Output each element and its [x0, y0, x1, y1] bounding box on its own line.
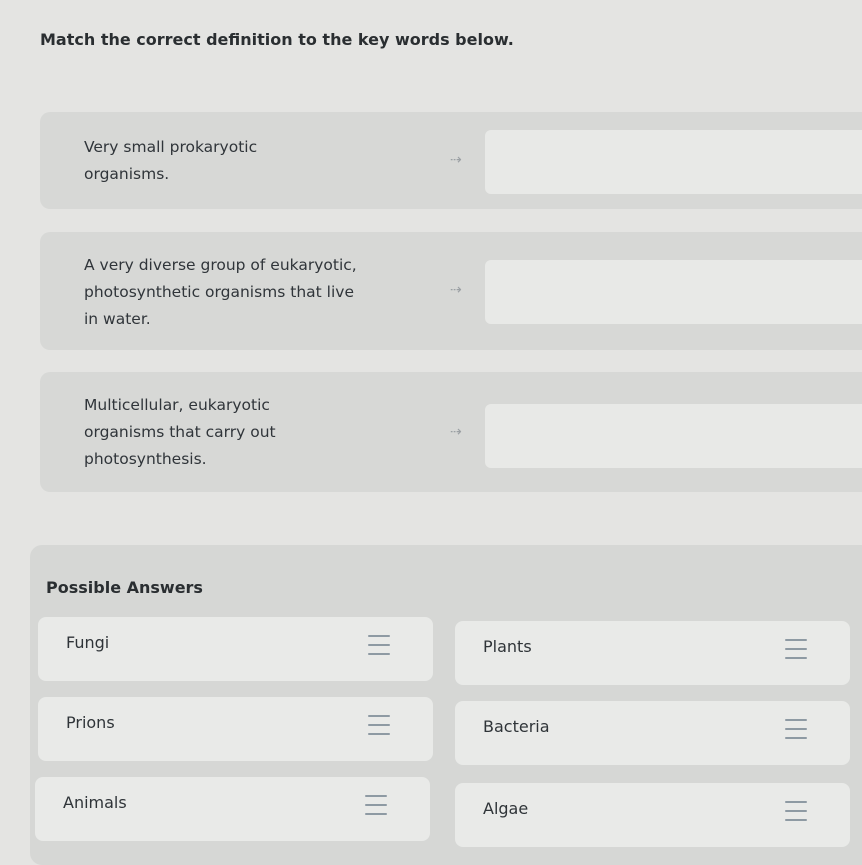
answer-label: Plants	[483, 637, 532, 656]
answer-tile-animals[interactable]: Animals	[35, 777, 430, 841]
answer-label: Animals	[63, 793, 127, 812]
drag-handle-icon[interactable]	[368, 715, 390, 735]
drag-handle-icon[interactable]	[785, 801, 807, 821]
answer-dropzone[interactable]	[485, 404, 862, 468]
answer-label: Bacteria	[483, 717, 550, 736]
answer-dropzone[interactable]	[485, 260, 862, 324]
answer-tile-fungi[interactable]: Fungi	[38, 617, 433, 681]
arrow-right-icon: ⇢	[450, 152, 462, 168]
answer-tile-prions[interactable]: Prions	[38, 697, 433, 761]
answer-label: Algae	[483, 799, 529, 818]
question-card-3: Multicellular, eukaryotic organisms that…	[40, 372, 862, 492]
instruction-text: Match the correct definition to the key …	[40, 30, 514, 49]
answer-tile-plants[interactable]: Plants	[455, 621, 850, 685]
drag-handle-icon[interactable]	[365, 795, 387, 815]
possible-answers-title: Possible Answers	[46, 578, 203, 597]
answer-dropzone[interactable]	[485, 130, 862, 194]
definition-text: Multicellular, eukaryotic organisms that…	[84, 396, 276, 468]
answer-tile-algae[interactable]: Algae	[455, 783, 850, 847]
possible-answers-panel: Possible Answers Fungi Plants Prions Bac…	[30, 545, 862, 865]
drag-handle-icon[interactable]	[785, 719, 807, 739]
answer-tile-bacteria[interactable]: Bacteria	[455, 701, 850, 765]
drag-handle-icon[interactable]	[785, 639, 807, 659]
arrow-right-icon: ⇢	[450, 282, 462, 298]
question-card-2: A very diverse group of eukaryotic, phot…	[40, 232, 862, 350]
answer-label: Fungi	[66, 633, 110, 652]
definition-text: A very diverse group of eukaryotic, phot…	[84, 256, 357, 328]
drag-handle-icon[interactable]	[368, 635, 390, 655]
answer-label: Prions	[66, 713, 115, 732]
arrow-right-icon: ⇢	[450, 424, 462, 440]
question-card-1: Very small prokaryotic organisms. ⇢	[40, 112, 862, 209]
definition-text: Very small prokaryotic organisms.	[84, 138, 258, 183]
